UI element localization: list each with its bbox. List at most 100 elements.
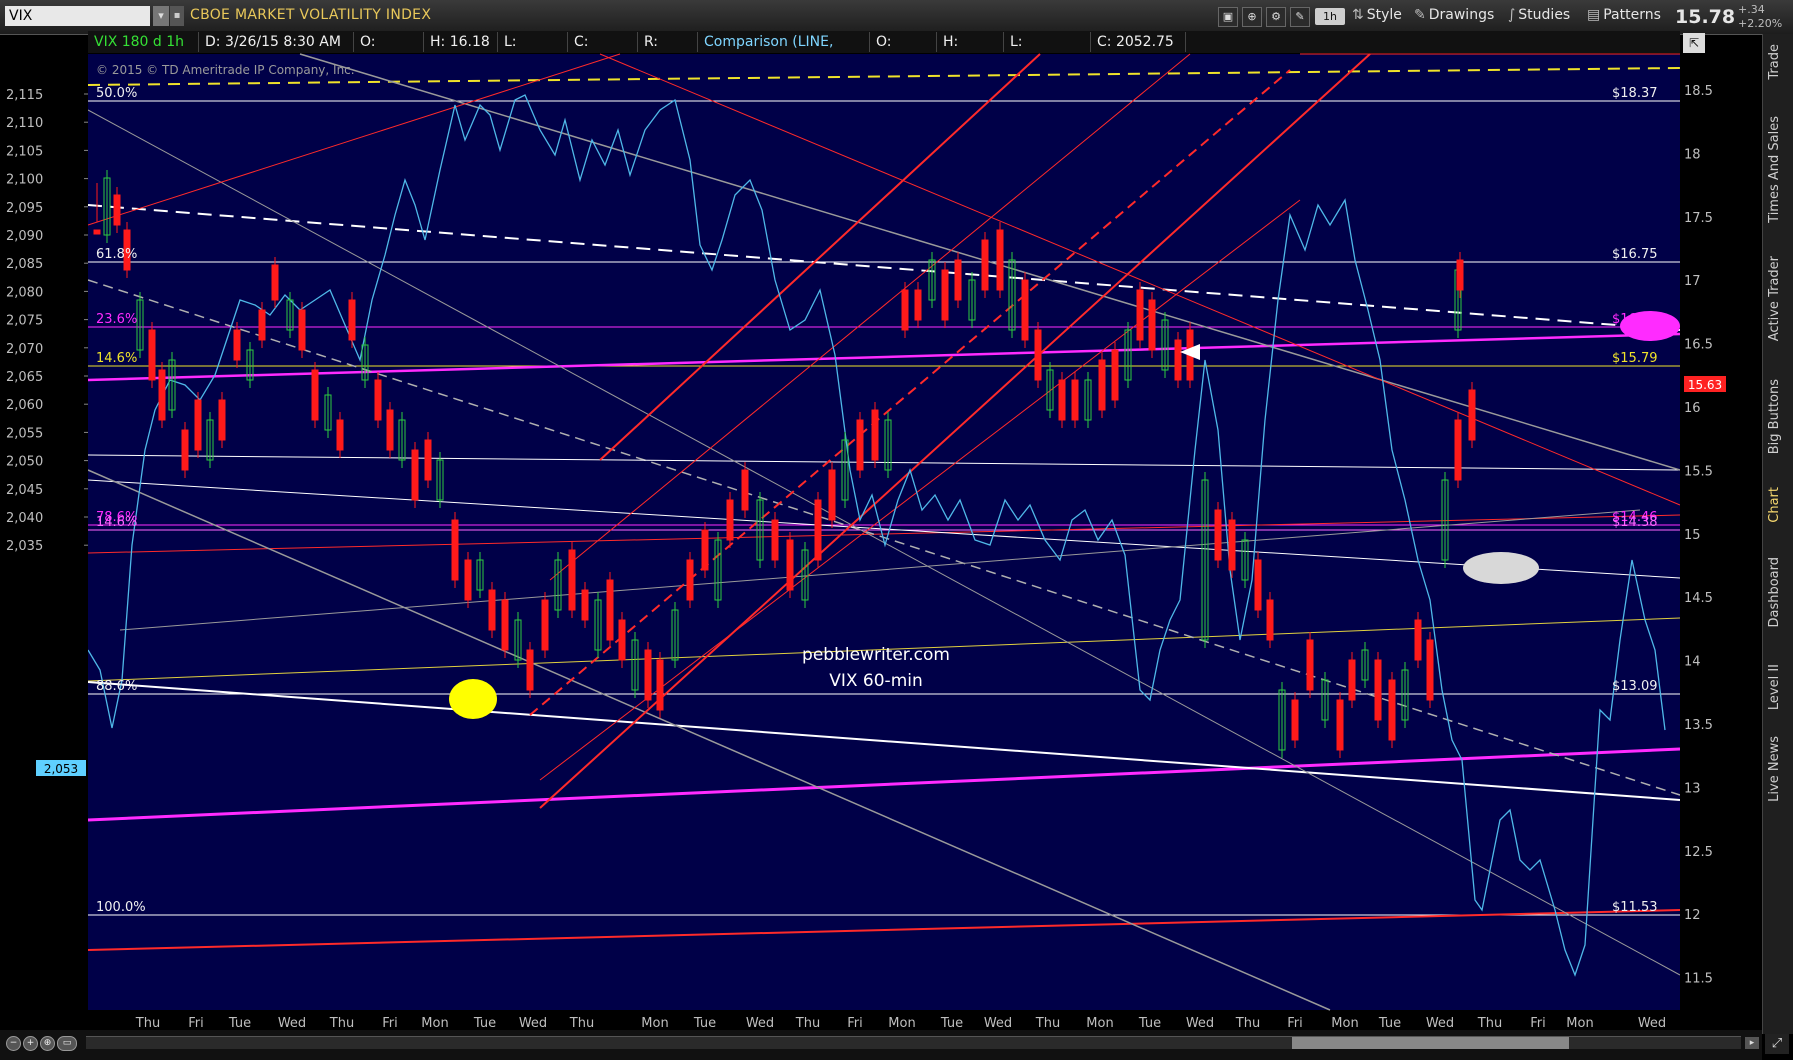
fib-left-label: 14.6% bbox=[96, 351, 137, 366]
candle-body bbox=[1228, 519, 1236, 571]
watermark-line2: VIX 60-min bbox=[829, 671, 923, 691]
style-menu[interactable]: ⇅ Style bbox=[1352, 7, 1402, 23]
candle-body bbox=[581, 589, 589, 621]
candle-body bbox=[786, 539, 794, 591]
scrollbar-thumb[interactable] bbox=[1292, 1037, 1569, 1049]
percent-change: +2.20% bbox=[1738, 17, 1783, 30]
candle-body bbox=[726, 499, 734, 541]
candle-body bbox=[233, 329, 241, 361]
side-tab-strip: Trade Times And Sales Active Trader Big … bbox=[1762, 34, 1793, 1034]
tab-times-and-sales[interactable]: Times And Sales bbox=[1767, 116, 1782, 223]
x-axis-tick: Wed bbox=[1638, 1016, 1666, 1030]
candle-body bbox=[194, 399, 202, 451]
x-axis-tick: Thu bbox=[135, 1016, 160, 1030]
instrument-title: CBOE MARKET VOLATILITY INDEX bbox=[190, 7, 432, 23]
candle-body bbox=[1254, 559, 1262, 611]
left-axis-tick: 2,065 bbox=[6, 370, 43, 385]
magenta-ellipse-marker bbox=[1620, 311, 1680, 341]
fib-left-label: 100.0% bbox=[96, 900, 146, 915]
fib-right-label: $18.37 bbox=[1612, 86, 1658, 101]
x-axis-tick: Fri bbox=[1530, 1016, 1546, 1030]
fib-right-label: $13.09 bbox=[1612, 679, 1658, 694]
right-price-marker: 15.63 bbox=[1688, 378, 1722, 392]
candle-body bbox=[374, 379, 382, 421]
candle-body bbox=[656, 659, 664, 711]
tab-active-trader[interactable]: Active Trader bbox=[1767, 256, 1782, 341]
drawings-menu[interactable]: ✎ Drawings bbox=[1414, 7, 1494, 23]
right-axis-tick: 12 bbox=[1684, 908, 1701, 923]
x-axis-tick: Tue bbox=[693, 1016, 716, 1030]
wrench-icon[interactable]: ✎ bbox=[1290, 7, 1310, 27]
fib-right-label: $16.75 bbox=[1612, 247, 1658, 262]
price-chart[interactable]: 50.0%$18.3761.8%$16.7523.6%$16.114.6%$15… bbox=[0, 30, 1762, 1030]
symbol-input[interactable]: VIX bbox=[5, 6, 150, 26]
candle-body bbox=[901, 289, 909, 331]
candle-body bbox=[158, 369, 166, 421]
x-axis-tick: Thu bbox=[795, 1016, 820, 1030]
studies-menu[interactable]: ∫ Studies bbox=[1508, 7, 1570, 23]
candle-body bbox=[941, 269, 949, 321]
left-axis-tick: 2,055 bbox=[6, 426, 43, 441]
symbol-link-button[interactable]: ▪ bbox=[170, 6, 184, 26]
time-scrollbar[interactable]: ▸ bbox=[86, 1036, 1759, 1049]
fib-right-label: $15.79 bbox=[1612, 351, 1658, 366]
candle-body bbox=[1111, 349, 1119, 401]
candle-body bbox=[1174, 339, 1182, 381]
tab-chart[interactable]: Chart bbox=[1767, 487, 1782, 523]
candle-body bbox=[568, 549, 576, 611]
tab-big-buttons[interactable]: Big Buttons bbox=[1767, 379, 1782, 454]
symbol-dropdown-button[interactable]: ▾ bbox=[153, 6, 169, 26]
last-price: 15.78 bbox=[1675, 6, 1736, 28]
candle-body bbox=[1388, 679, 1396, 741]
candle-body bbox=[424, 439, 432, 481]
left-axis-tick: 2,085 bbox=[6, 257, 43, 272]
candle-body bbox=[1456, 259, 1464, 291]
candle-body bbox=[871, 409, 879, 461]
gear-icon[interactable]: ⚙ bbox=[1266, 7, 1286, 27]
patterns-icon: ▤ bbox=[1587, 7, 1601, 23]
chart-tool-icons: ▣ ⊕ ⚙ ✎ bbox=[1218, 7, 1310, 27]
tab-live-news[interactable]: Live News bbox=[1767, 736, 1782, 802]
zoom-in-button[interactable]: + bbox=[23, 1036, 38, 1051]
candle-body bbox=[606, 579, 614, 641]
right-axis-tick: 16 bbox=[1684, 401, 1701, 416]
camera-icon[interactable]: ▣ bbox=[1218, 7, 1238, 27]
x-axis-tick: Wed bbox=[984, 1016, 1012, 1030]
right-axis-tick: 15 bbox=[1684, 528, 1701, 543]
x-axis-tick: Fri bbox=[188, 1016, 204, 1030]
patterns-menu[interactable]: ▤ Patterns bbox=[1587, 7, 1661, 23]
right-axis-tick: 18 bbox=[1684, 147, 1701, 162]
gray-ellipse-marker bbox=[1463, 552, 1539, 584]
x-axis-tick: Mon bbox=[1086, 1016, 1113, 1030]
crosshair-icon[interactable]: ⊕ bbox=[1242, 7, 1262, 27]
candle-body bbox=[1374, 659, 1382, 721]
candle-body bbox=[1454, 419, 1462, 481]
expand-icon[interactable]: ⤢ bbox=[1765, 1034, 1789, 1054]
candle-body bbox=[464, 559, 472, 601]
x-axis-tick: Thu bbox=[569, 1016, 594, 1030]
zoom-out-button[interactable]: − bbox=[6, 1036, 21, 1051]
x-axis-tick: Thu bbox=[1477, 1016, 1502, 1030]
candle-body bbox=[526, 649, 534, 691]
left-axis-tick: 2,050 bbox=[6, 455, 43, 470]
candle-body bbox=[1468, 389, 1476, 441]
tab-level-ii[interactable]: Level II bbox=[1767, 664, 1782, 710]
timeframe-button[interactable]: 1h bbox=[1315, 8, 1345, 25]
candle-body bbox=[258, 309, 266, 341]
scroll-right-arrow[interactable]: ▸ bbox=[1745, 1037, 1759, 1049]
tab-dashboard[interactable]: Dashboard bbox=[1767, 557, 1782, 628]
left-axis-tick: 2,100 bbox=[6, 173, 43, 188]
pan-button[interactable]: ▭ bbox=[57, 1036, 77, 1051]
copyright-text: © 2015 © TD Ameritrade IP Company, Inc. bbox=[96, 63, 355, 77]
x-axis-tick: Mon bbox=[641, 1016, 668, 1030]
zoom-fit-button[interactable]: ⊕ bbox=[40, 1036, 55, 1051]
candle-body bbox=[1306, 639, 1314, 691]
candle-body bbox=[686, 559, 694, 601]
left-axis-tick: 2,110 bbox=[6, 116, 43, 131]
right-axis-tick: 14 bbox=[1684, 655, 1701, 670]
left-axis-tick: 2,080 bbox=[6, 285, 43, 300]
candle-body bbox=[1058, 379, 1066, 421]
tab-trade[interactable]: Trade bbox=[1767, 44, 1782, 80]
fib-left-label: 23.6% bbox=[96, 312, 137, 327]
right-axis-tick: 12.5 bbox=[1684, 845, 1713, 860]
